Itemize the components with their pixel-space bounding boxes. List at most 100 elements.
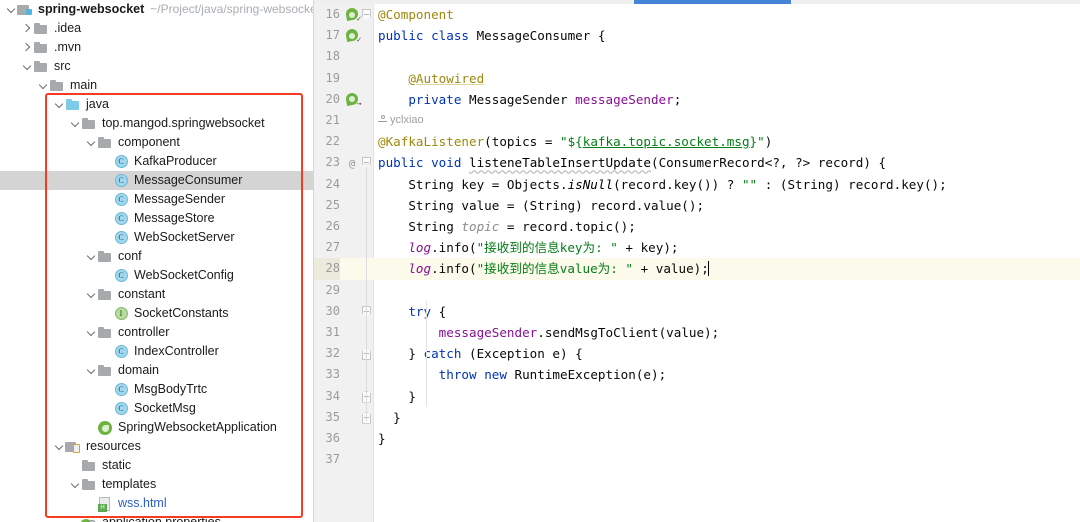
code-token: MessageSender: [461, 92, 575, 107]
code-line-35[interactable]: 35 }: [314, 407, 1080, 428]
line-number: 21: [314, 110, 340, 131]
tree-row-wss-html[interactable]: wss.html: [0, 494, 313, 513]
code-line-21[interactable]: 21: [314, 110, 1080, 131]
twisty-spacer: [102, 209, 113, 228]
code-text: throw new RuntimeException(e);: [378, 364, 666, 385]
gutter-marker-empty: [342, 322, 362, 343]
tree-row-messageconsumer[interactable]: CMessageConsumer: [0, 171, 313, 190]
tree-item-label: conf: [118, 247, 142, 266]
chevron-down-icon[interactable]: [22, 57, 33, 76]
code-line-25[interactable]: 25 String value = (String) record.value(…: [314, 195, 1080, 216]
tree-row-kafkaproducer[interactable]: CKafkaProducer: [0, 152, 313, 171]
code-line-18[interactable]: 18: [314, 46, 1080, 67]
gutter-marker-empty: [342, 110, 362, 131]
fold-end-icon[interactable]: [362, 407, 374, 428]
tree-row-project-root[interactable]: spring-websocket~/Project/java/spring-we…: [0, 0, 313, 19]
fold-start-icon[interactable]: [362, 4, 374, 25]
tree-row--mvn[interactable]: .mvn: [0, 38, 313, 57]
chevron-down-icon[interactable]: [86, 323, 97, 342]
tree-item-label: main: [70, 76, 97, 95]
tree-row-src[interactable]: src: [0, 57, 313, 76]
code-line-28[interactable]: 28 log.info("接收到的信息value为: " + value);: [314, 258, 1080, 279]
tree-row-domain[interactable]: domain: [0, 361, 313, 380]
code-line-29[interactable]: 29: [314, 280, 1080, 301]
code-line-36[interactable]: 36}: [314, 428, 1080, 449]
code-editor[interactable]: 16✓@Component17✓public class MessageCons…: [314, 0, 1080, 522]
chevron-down-icon[interactable]: [6, 0, 17, 19]
code-token: throw: [439, 367, 477, 382]
tree-row-indexcontroller[interactable]: CIndexController: [0, 342, 313, 361]
tree-row-top-mangod-springwebsocket[interactable]: top.mangod.springwebsocket: [0, 114, 313, 133]
tree-row-socketmsg[interactable]: CSocketMsg: [0, 399, 313, 418]
chevron-down-icon[interactable]: [86, 361, 97, 380]
tree-row-msgbodytrtc[interactable]: CMsgBodyTrtc: [0, 380, 313, 399]
resources-folder-icon: [65, 439, 81, 455]
code-line-30[interactable]: 30 try {: [314, 301, 1080, 322]
chevron-down-icon[interactable]: [86, 285, 97, 304]
chevron-down-icon[interactable]: [70, 475, 81, 494]
code-line-16[interactable]: 16✓@Component: [314, 4, 1080, 25]
project-tool-window[interactable]: spring-websocket~/Project/java/spring-we…: [0, 0, 313, 522]
tree-row-component[interactable]: component: [0, 133, 313, 152]
tree-row-socketconstants[interactable]: ISocketConstants: [0, 304, 313, 323]
annotation-gutter-icon[interactable]: @: [342, 152, 362, 173]
chevron-down-icon[interactable]: [54, 95, 65, 114]
chevron-right-icon[interactable]: [22, 19, 33, 38]
code-line-22[interactable]: 22@KafkaListener(topics = "${kafka.topic…: [314, 131, 1080, 152]
gutter-marker-empty: [342, 407, 362, 428]
tree-row-java[interactable]: java: [0, 95, 313, 114]
gutter-marker-empty: [342, 216, 362, 237]
tree-row-controller[interactable]: controller: [0, 323, 313, 342]
chevron-down-icon[interactable]: [54, 437, 65, 456]
code-line-24[interactable]: 24 String key = Objects.isNull(record.ke…: [314, 174, 1080, 195]
tree-row-main[interactable]: main: [0, 76, 313, 95]
chevron-down-icon[interactable]: [86, 133, 97, 152]
chevron-down-icon[interactable]: [86, 247, 97, 266]
code-line-17[interactable]: 17✓public class MessageConsumer {: [314, 25, 1080, 46]
chevron-down-icon[interactable]: [38, 76, 49, 95]
fold-start-icon[interactable]: [362, 301, 374, 322]
code-line-26[interactable]: 26 String topic = record.topic();: [314, 216, 1080, 237]
spring-bean-gutter-icon[interactable]: ✓: [342, 4, 362, 25]
fold-end-icon[interactable]: [362, 386, 374, 407]
fold-middle-icon[interactable]: [362, 343, 374, 364]
tree-row-templates[interactable]: templates: [0, 475, 313, 494]
code-text: String key = Objects.isNull(record.key()…: [378, 174, 947, 195]
twisty-spacer: [70, 513, 81, 522]
code-line-32[interactable]: 32 } catch (Exception e) {: [314, 343, 1080, 364]
gutter-marker-empty: [342, 174, 362, 195]
spring-autowire-gutter-icon[interactable]: →: [342, 89, 362, 110]
chevron-down-icon[interactable]: [70, 114, 81, 133]
code-token: "": [742, 177, 757, 192]
code-text: public void listeneTableInsertUpdate(Con…: [378, 152, 886, 173]
code-content[interactable]: 16✓@Component17✓public class MessageCons…: [314, 0, 1080, 522]
tree-row-messagestore[interactable]: CMessageStore: [0, 209, 313, 228]
project-tree[interactable]: spring-websocket~/Project/java/spring-we…: [0, 0, 313, 522]
tree-row-constant[interactable]: constant: [0, 285, 313, 304]
tree-row-conf[interactable]: conf: [0, 247, 313, 266]
tree-row-websocketconfig[interactable]: CWebSocketConfig: [0, 266, 313, 285]
tree-row-static[interactable]: static: [0, 456, 313, 475]
tree-row-springwebsocketapplication[interactable]: SpringWebsocketApplication: [0, 418, 313, 437]
tree-row-resources[interactable]: resources: [0, 437, 313, 456]
line-number: 19: [314, 68, 340, 89]
code-line-23[interactable]: 23@public void listeneTableInsertUpdate(…: [314, 152, 1080, 173]
tree-row-messagesender[interactable]: CMessageSender: [0, 190, 313, 209]
code-author-inlay-hint[interactable]: yclxiao: [378, 110, 424, 131]
tree-row-websocketserver[interactable]: CWebSocketServer: [0, 228, 313, 247]
line-number: 35: [314, 407, 340, 428]
twisty-spacer: [70, 456, 81, 475]
code-line-34[interactable]: 34 }: [314, 386, 1080, 407]
code-line-27[interactable]: 27 log.info("接收到的信息key为: " + key);: [314, 237, 1080, 258]
chevron-right-icon[interactable]: [22, 38, 33, 57]
code-line-20[interactable]: 20→ private MessageSender messageSender;: [314, 89, 1080, 110]
spring-bean-gutter-icon[interactable]: ✓: [342, 25, 362, 46]
code-line-37[interactable]: 37: [314, 449, 1080, 470]
tree-row--idea[interactable]: .idea: [0, 19, 313, 38]
fold-start-icon[interactable]: [362, 152, 374, 173]
code-token: class: [431, 28, 469, 43]
code-line-33[interactable]: 33 throw new RuntimeException(e);: [314, 364, 1080, 385]
code-line-31[interactable]: 31 messageSender.sendMsgToClient(value);: [314, 322, 1080, 343]
code-line-19[interactable]: 19 @Autowired: [314, 68, 1080, 89]
tree-row-application-properties[interactable]: application.properties: [0, 513, 313, 522]
